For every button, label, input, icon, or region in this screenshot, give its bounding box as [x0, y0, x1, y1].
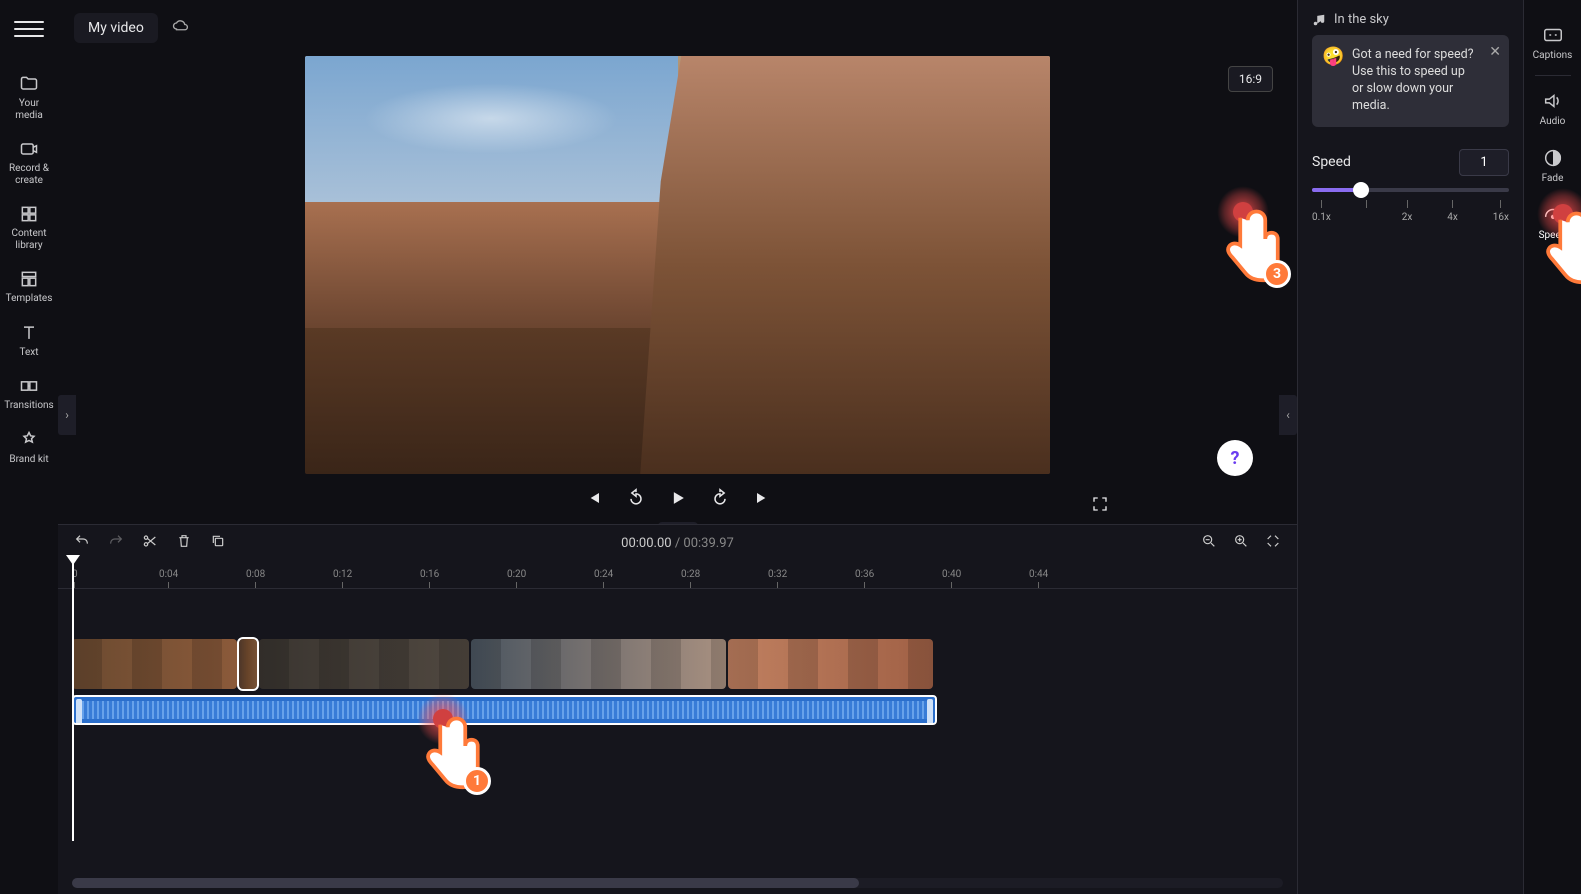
music-note-icon: [1312, 13, 1326, 27]
nav-transitions[interactable]: Transitions: [4, 368, 54, 420]
nav-label: Record & create: [4, 163, 54, 186]
speed-label: Speed: [1312, 154, 1351, 170]
captions-icon: [1542, 24, 1564, 46]
duplicate-button[interactable]: [210, 533, 226, 553]
canvas-area: 16:9 ? ⌄: [58, 56, 1297, 514]
speed-slider[interactable]: [1312, 188, 1509, 192]
speed-icon: [1542, 204, 1564, 226]
waveform-icon: [82, 701, 927, 719]
help-button[interactable]: ?: [1217, 440, 1253, 476]
redo-button[interactable]: [108, 533, 124, 553]
audio-name: In the sky: [1334, 12, 1389, 27]
expand-right-panel[interactable]: ‹: [1279, 395, 1297, 435]
nav-label: Text: [19, 347, 38, 359]
nav-content-library[interactable]: Content library: [4, 196, 54, 259]
playhead[interactable]: [72, 561, 74, 841]
audio-title-row: In the sky: [1312, 12, 1509, 27]
rail-audio[interactable]: Audio: [1528, 80, 1578, 137]
camera-icon: [19, 139, 39, 159]
timecode: 00:00.00 / 00:39.97: [621, 536, 734, 551]
video-clip[interactable]: [728, 639, 933, 689]
video-clip[interactable]: [239, 639, 257, 689]
rail-label: Speed: [1539, 230, 1567, 241]
right-rail: Captions Audio Fade Speed: [1523, 0, 1581, 894]
slider-ticks: 0.1x 2x 4x 16x: [1312, 200, 1509, 223]
skip-back-button[interactable]: [584, 488, 604, 508]
video-clip[interactable]: [259, 639, 469, 689]
split-button[interactable]: [142, 533, 158, 553]
fade-icon: [1542, 147, 1564, 169]
scrollbar-thumb[interactable]: [72, 878, 859, 888]
folder-icon: [19, 74, 39, 94]
brand-kit-icon: [19, 430, 39, 450]
video-preview[interactable]: [305, 56, 1050, 474]
video-track: [72, 639, 937, 689]
delete-button[interactable]: [176, 533, 192, 553]
nav-label: Templates: [6, 293, 53, 305]
fullscreen-button[interactable]: [1091, 495, 1109, 517]
expand-left-panel[interactable]: ›: [58, 395, 76, 435]
nav-brand-kit[interactable]: Brand kit: [4, 422, 54, 474]
left-sidebar: Your media Record & create Content libra…: [0, 0, 58, 894]
audio-trim-handle-right[interactable]: [927, 699, 933, 725]
project-title[interactable]: My video: [74, 13, 158, 43]
nav-label: Brand kit: [9, 454, 48, 466]
forward-button[interactable]: [710, 488, 730, 508]
text-icon: [19, 323, 39, 343]
current-time: 00:00.00: [621, 536, 671, 551]
play-button[interactable]: [668, 488, 688, 508]
transitions-icon: [19, 376, 39, 396]
nav-record-create[interactable]: Record & create: [4, 131, 54, 194]
zoom-out-button[interactable]: [1201, 533, 1217, 553]
tracks: [58, 589, 1297, 725]
rail-label: Fade: [1542, 173, 1564, 184]
emoji-icon: 🤪: [1322, 45, 1344, 69]
rail-label: Audio: [1540, 116, 1566, 127]
total-time: 00:39.97: [683, 536, 733, 551]
properties-panel: In the sky 🤪 Got a need for speed? Use t…: [1297, 0, 1523, 894]
audio-clip[interactable]: [72, 695, 937, 725]
nav-templates[interactable]: Templates: [4, 261, 54, 313]
nav-label: Content library: [4, 228, 54, 251]
timeline-scrollbar[interactable]: [72, 878, 1283, 888]
speed-row: Speed: [1312, 149, 1509, 176]
library-icon: [19, 204, 39, 224]
rewind-button[interactable]: [626, 488, 646, 508]
tooltip-text: Got a need for speed? Use this to speed …: [1352, 47, 1474, 113]
rail-captions[interactable]: Captions: [1528, 14, 1578, 71]
cloud-sync-icon[interactable]: [172, 17, 190, 39]
skip-forward-button[interactable]: [752, 488, 772, 508]
nav-your-media[interactable]: Your media: [4, 66, 54, 129]
rail-speed[interactable]: Speed: [1528, 194, 1578, 251]
zoom-in-button[interactable]: [1233, 533, 1249, 553]
rail-label: Captions: [1533, 50, 1573, 61]
video-clip[interactable]: [471, 639, 726, 689]
menu-button[interactable]: [14, 14, 44, 44]
slider-thumb[interactable]: [1353, 182, 1369, 198]
nav-label: Transitions: [4, 400, 53, 412]
speed-tooltip: 🤪 Got a need for speed? Use this to spee…: [1312, 35, 1509, 127]
zoom-fit-button[interactable]: [1265, 533, 1281, 553]
playback-controls: [584, 488, 772, 508]
aspect-ratio-button[interactable]: 16:9: [1228, 66, 1273, 92]
timeline: 00:00.00 / 00:39.97 0 0:04 0:08 0:12 0:1…: [58, 524, 1297, 894]
rail-fade[interactable]: Fade: [1528, 137, 1578, 194]
timeline-toolbar: 00:00.00 / 00:39.97: [58, 525, 1297, 561]
nav-text[interactable]: Text: [4, 315, 54, 367]
timeline-ruler[interactable]: 0 0:04 0:08 0:12 0:16 0:20 0:24 0:28 0:3…: [58, 561, 1297, 589]
undo-button[interactable]: [74, 533, 90, 553]
templates-icon: [19, 269, 39, 289]
video-clip[interactable]: [72, 639, 237, 689]
close-tooltip-button[interactable]: ✕: [1489, 43, 1501, 62]
speed-input[interactable]: [1459, 149, 1509, 176]
nav-label: Your media: [4, 98, 54, 121]
audio-icon: [1542, 90, 1564, 112]
